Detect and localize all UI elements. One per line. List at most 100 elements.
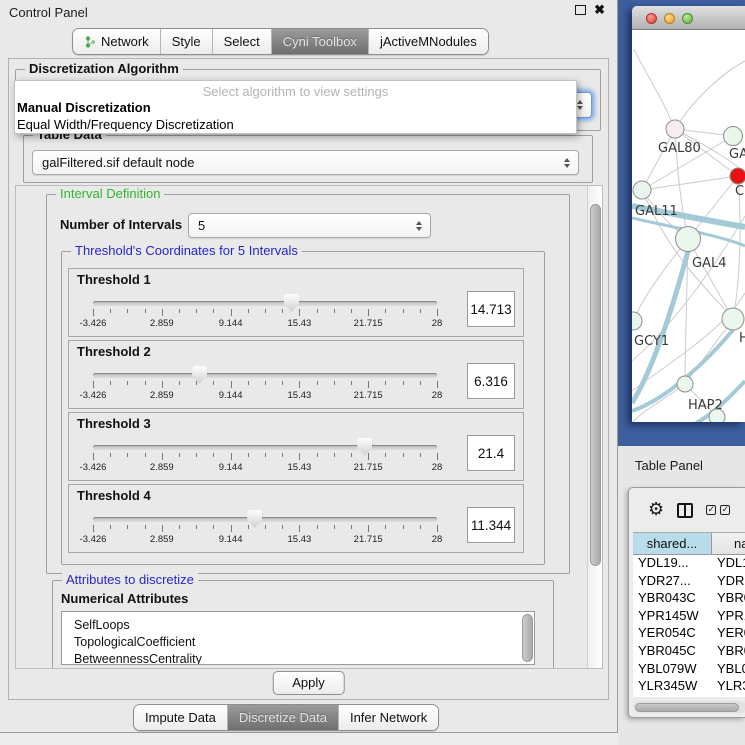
checkbox-icon[interactable] [706,505,716,515]
tab-select[interactable]: Select [212,29,271,54]
panel-title: Control Panel [9,5,88,20]
slider-track[interactable] [93,301,437,306]
tab-jactivemnodules[interactable]: jActiveMNodules [368,29,488,54]
attribute-item[interactable]: BetweennessCentrality [74,651,534,665]
tick-label: 28 [432,390,443,401]
table-cell: YDL1 [712,555,745,573]
zoom-traffic-light-icon[interactable] [682,13,693,24]
slider-track[interactable] [93,445,437,450]
interval-definition-title: Interval Definition [56,186,164,201]
network-edge[interactable] [642,176,738,190]
network-node-c[interactable] [730,168,745,184]
network-node-hap2[interactable] [677,376,693,392]
table-hscrollbar-thumb[interactable] [635,703,739,712]
checkbox-icon[interactable] [720,505,730,515]
table-cell: YDR2 [712,573,745,591]
network-node-gal4[interactable] [676,227,701,252]
attribute-item[interactable]: SelfLoops [74,617,534,634]
column-header-1[interactable]: shared... [633,533,712,554]
network-canvas[interactable]: GAL80GACGAL11GAL4GCY1HHAP2 [632,31,745,422]
cyni-toolbox-content: Discretization Algorithm Table Data galF… [8,58,609,700]
threshold-value-field[interactable]: 21.4 [467,435,515,471]
network-node-gcy1[interactable] [632,312,642,330]
tick-label: 28 [432,318,443,329]
table-row[interactable]: YBR043CYBR0 [633,590,745,608]
thresholds-title: Threshold's Coordinates for 5 Intervals [71,243,302,258]
table-row[interactable]: YIL052CYIL0 [633,696,745,697]
network-edge[interactable] [642,129,675,190]
threshold-label: Threshold 1 [77,272,151,287]
threshold-value-field[interactable]: 14.713 [467,291,515,327]
gear-icon[interactable]: ⚙ [648,501,664,519]
minimize-traffic-light-icon[interactable] [664,13,675,24]
network-edge[interactable] [634,49,675,129]
algorithm-dropdown-popup: Select algorithm to view settings Manual… [14,80,577,134]
network-node-gal80[interactable] [666,120,684,138]
close-icon[interactable]: ✖ [594,5,605,15]
table-toolbar: ⚙ [629,488,745,532]
tick-label: 21.715 [354,390,383,401]
network-window-titlebar[interactable] [632,6,745,30]
table-cell: YPR145W [633,608,712,626]
threshold-panel-1: Threshold 1 -3.4262.8599.14415.4321.71528… [68,268,524,337]
network-node[interactable] [709,409,725,422]
tab-discretize-data[interactable]: Discretize Data [227,705,338,730]
table-cell: YLR3 [712,678,745,696]
tab-infer-network[interactable]: Infer Network [338,705,438,730]
popup-option-equal-width[interactable]: Equal Width/Frequency Discretization [15,116,576,133]
table-row[interactable]: YLR345WYLR3 [633,678,745,696]
network-node-ga[interactable] [724,127,743,146]
table-hscrollbar[interactable] [633,701,745,713]
threshold-label: Threshold 2 [77,344,151,359]
table-row[interactable]: YPR145WYPR1 [633,608,745,626]
float-window-icon[interactable] [575,5,586,15]
popup-option-manual[interactable]: Manual Discretization [15,99,576,116]
tick-label: 28 [432,534,443,545]
close-traffic-light-icon[interactable] [646,13,657,24]
slider-track[interactable] [93,373,437,378]
combo-arrows-icon [558,158,576,168]
network-node-h[interactable] [722,308,744,330]
table-row[interactable]: YBL079WYBL0 [633,661,745,679]
thresholds-group: Threshold's Coordinates for 5 Intervals … [61,251,545,565]
threshold-value-field[interactable]: 6.316 [467,363,515,399]
table-data-combobox[interactable]: galFiltered.sif default node [32,150,579,175]
table-row[interactable]: YDL19...YDL1 [633,555,745,573]
tick-label: 21.715 [354,462,383,473]
number-of-intervals-combobox[interactable]: 5 [188,213,431,238]
discretization-algorithm-title: Discretization Algorithm [25,61,183,76]
tab-impute-data[interactable]: Impute Data [134,705,227,730]
tab-style[interactable]: Style [160,29,212,54]
table-row[interactable]: YER054CYER0 [633,625,745,643]
network-view-window: GAL80GACGAL11GAL4GCY1HHAP2 [632,6,745,422]
tick-label: 15.43 [288,534,312,545]
threshold-label: Threshold 3 [77,416,151,431]
list-scrollbar-thumb[interactable] [522,614,533,662]
node-label: C [735,184,744,199]
threshold-panel-4: Threshold 4-3.4262.8599.14415.4321.71528… [68,484,524,553]
tick-label: 9.144 [219,462,243,473]
slider-ticks: -3.4262.8599.14415.4321.71528 [93,381,437,401]
split-columns-icon[interactable] [677,503,693,518]
slider-track[interactable] [93,517,437,522]
table-row[interactable]: YDR27...YDR2 [633,573,745,591]
table-row[interactable]: YBR045CYBR0 [633,643,745,661]
apply-button[interactable]: Apply [272,671,345,695]
node-label: H [739,331,745,346]
attribute-item[interactable]: TopologicalCoefficient [74,634,534,651]
tick-label: -3.426 [80,462,107,473]
top-tab-bar: NetworkStyleSelectCyni ToolboxjActiveMNo… [72,28,489,55]
slider-ticks: -3.4262.8599.14415.4321.71528 [93,309,437,329]
select-columns-icons[interactable] [706,505,730,515]
pane-scrollbar[interactable] [587,186,602,668]
tab-network[interactable]: Network [73,29,160,54]
pane-scrollbar-thumb[interactable] [590,204,601,566]
tab-cyni-toolbox[interactable]: Cyni Toolbox [271,29,368,54]
column-header-2[interactable]: na [712,533,745,554]
network-edge[interactable] [688,239,733,319]
network-node-gal11[interactable] [633,181,651,199]
tick-label: 21.715 [354,534,383,545]
network-edge[interactable] [675,61,745,129]
threshold-value-field[interactable]: 11.344 [467,507,515,543]
node-table: shared...na YDL19...YDL1YDR27...YDR2YBR0… [633,532,745,697]
